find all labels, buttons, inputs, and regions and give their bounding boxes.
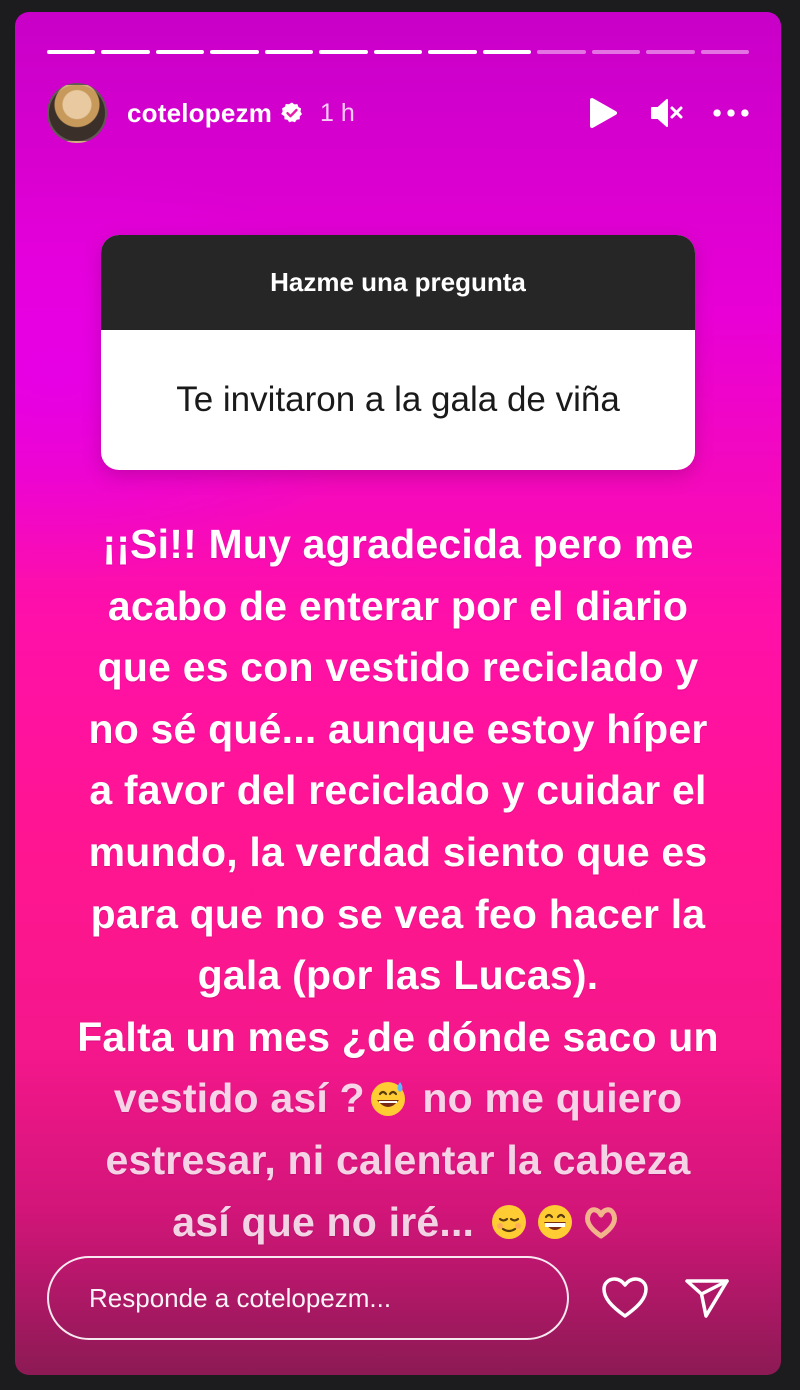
progress-segment xyxy=(537,50,586,54)
more-icon[interactable] xyxy=(713,95,749,131)
grinning-sweat-emoji xyxy=(368,1074,408,1117)
story-viewer[interactable]: cotelopezm 1 h Hazme una pregunta Te inv… xyxy=(15,12,781,1375)
progress-segment xyxy=(373,50,423,54)
username[interactable]: cotelopezm xyxy=(127,98,272,129)
answer-line: mundo, la verdad siento que es xyxy=(88,828,708,875)
post-time: 1 h xyxy=(320,98,355,127)
answer-line: estresar, ni calentar la cabeza xyxy=(105,1136,691,1183)
question-sticker-question: Te invitaron a la gala de viña xyxy=(176,380,620,419)
answer-line: vestido así ? no me quiero xyxy=(35,1068,761,1130)
heart-icon[interactable] xyxy=(601,1274,649,1322)
progress-segment xyxy=(428,50,477,54)
avatar[interactable] xyxy=(47,83,107,143)
answer-line: no sé qué... aunque estoy híper xyxy=(88,705,708,752)
question-sticker[interactable]: Hazme una pregunta Te invitaron a la gal… xyxy=(101,235,695,470)
answer-line: así que no iré... xyxy=(35,1192,761,1254)
progress-segment xyxy=(482,50,532,54)
play-icon[interactable] xyxy=(585,95,621,131)
heart-hands-emoji xyxy=(581,1198,621,1239)
story-progress-bar xyxy=(47,50,750,55)
progress-segment xyxy=(47,50,96,54)
answer-line-part: así que no iré... xyxy=(172,1198,486,1245)
question-sticker-title: Hazme una pregunta xyxy=(101,235,695,330)
progress-segment xyxy=(210,50,259,54)
progress-segment xyxy=(101,50,150,54)
relieved-emoji xyxy=(489,1198,529,1239)
story-header: cotelopezm 1 h xyxy=(47,82,749,144)
progress-segment xyxy=(591,50,641,54)
answer-line-part: vestido así ? xyxy=(113,1075,365,1122)
answer-line: ¡¡Si!! Muy agradecida pero me xyxy=(102,521,694,567)
progress-segment xyxy=(264,50,314,54)
story-footer: Responde a cotelopezm... xyxy=(47,1255,749,1341)
progress-segment xyxy=(700,50,750,54)
answer-line: Falta un mes ¿de dónde saco un xyxy=(77,1013,719,1060)
progress-segment xyxy=(646,50,695,54)
answer-line-part: no me quiero xyxy=(410,1075,683,1122)
beaming-emoji xyxy=(535,1198,575,1239)
reply-input[interactable]: Responde a cotelopezm... xyxy=(47,1256,569,1340)
mute-icon[interactable] xyxy=(649,95,685,131)
progress-segment xyxy=(319,50,368,54)
verified-badge-icon xyxy=(280,101,304,125)
answer-line: que es con vestido reciclado y xyxy=(97,644,699,691)
progress-segment xyxy=(155,50,205,54)
answer-line: para que no se vea feo hacer la xyxy=(90,890,706,937)
answer-line: gala (por las Lucas). xyxy=(197,952,599,999)
answer-line: a favor del reciclado y cuidar el xyxy=(89,767,707,814)
send-icon[interactable] xyxy=(683,1274,731,1322)
answer-line: acabo de enterar por el diario xyxy=(107,582,689,629)
answer-text: ¡¡Si!! Muy agradecida pero me acabo de e… xyxy=(35,514,761,1253)
